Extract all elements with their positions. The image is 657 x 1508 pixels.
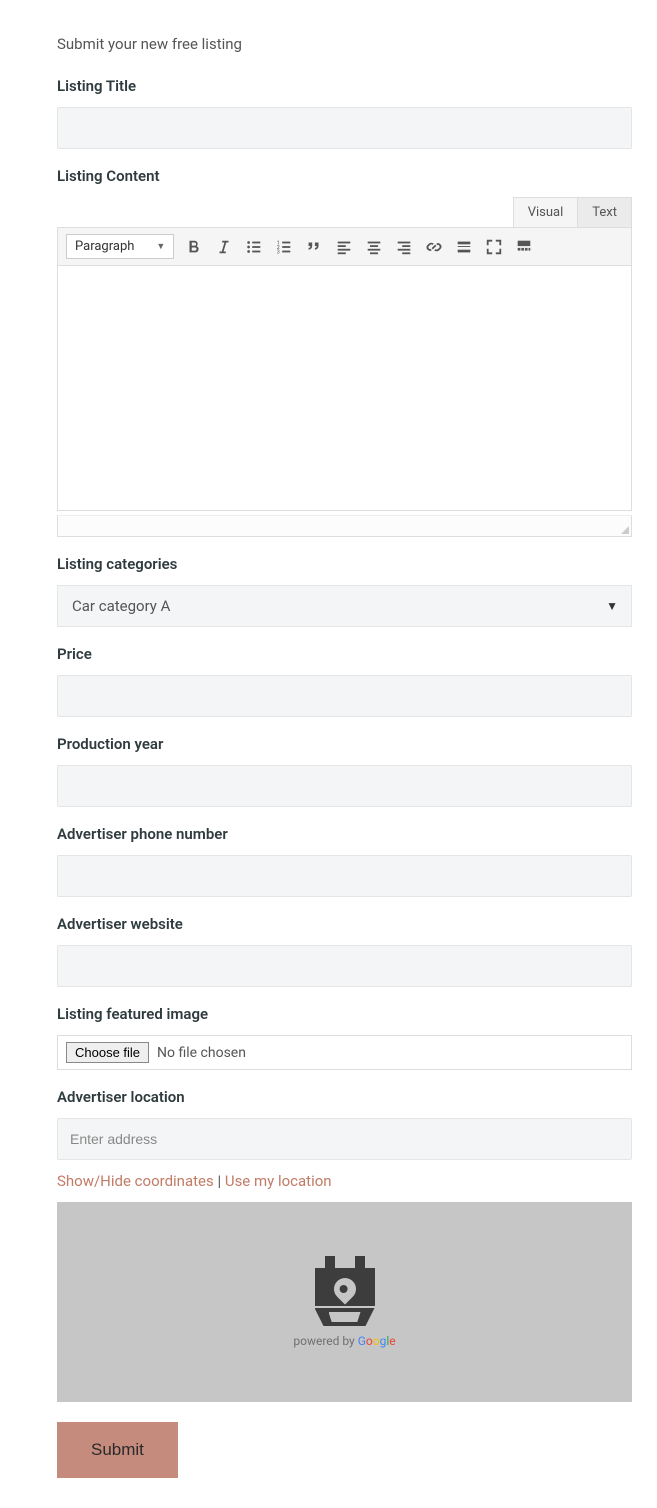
tab-visual[interactable]: Visual xyxy=(513,197,579,227)
use-my-location-link[interactable]: Use my location xyxy=(225,1172,332,1190)
content-textarea[interactable] xyxy=(57,266,632,511)
google-logo: Google xyxy=(358,1334,396,1348)
quote-icon[interactable] xyxy=(304,237,324,257)
location-input[interactable] xyxy=(57,1118,632,1160)
submit-button[interactable]: Submit xyxy=(57,1422,178,1478)
toggle-coordinates-link[interactable]: Show/Hide coordinates xyxy=(57,1172,214,1190)
location-label: Advertiser location xyxy=(57,1088,632,1106)
link-separator: | xyxy=(214,1172,225,1190)
content-label: Listing Content xyxy=(57,167,632,185)
price-label: Price xyxy=(57,645,632,663)
editor-toolbar: Paragraph ▼ 123 xyxy=(57,227,632,266)
format-select-label: Paragraph xyxy=(75,239,134,254)
map-pin-icon xyxy=(315,1256,375,1326)
number-list-icon[interactable]: 123 xyxy=(274,237,294,257)
align-left-icon[interactable] xyxy=(334,237,354,257)
align-center-icon[interactable] xyxy=(364,237,384,257)
phone-label: Advertiser phone number xyxy=(57,825,632,843)
page-heading: Submit your new free listing xyxy=(57,35,632,53)
file-status: No file chosen xyxy=(157,1045,246,1061)
fullscreen-icon[interactable] xyxy=(484,237,504,257)
chevron-down-icon: ▼ xyxy=(156,241,165,252)
categories-label: Listing categories xyxy=(57,555,632,573)
link-icon[interactable] xyxy=(424,237,444,257)
svg-text:3: 3 xyxy=(277,249,280,255)
read-more-icon[interactable] xyxy=(454,237,474,257)
categories-select[interactable]: Car category A xyxy=(57,585,632,627)
italic-icon[interactable] xyxy=(214,237,234,257)
file-input[interactable]: Choose file No file chosen xyxy=(57,1035,632,1070)
year-label: Production year xyxy=(57,735,632,753)
year-input[interactable] xyxy=(57,765,632,807)
image-label: Listing featured image xyxy=(57,1005,632,1023)
website-input[interactable] xyxy=(57,945,632,987)
categories-value: Car category A xyxy=(72,597,170,615)
title-label: Listing Title xyxy=(57,77,632,95)
choose-file-button[interactable]: Choose file xyxy=(66,1042,149,1063)
editor-resize-handle[interactable] xyxy=(57,515,632,537)
website-label: Advertiser website xyxy=(57,915,632,933)
content-editor: Visual Text Paragraph ▼ 123 xyxy=(57,197,632,537)
bullet-list-icon[interactable] xyxy=(244,237,264,257)
powered-by-text: powered by Google xyxy=(293,1334,395,1348)
map-placeholder: powered by Google xyxy=(57,1202,632,1402)
title-input[interactable] xyxy=(57,107,632,149)
align-right-icon[interactable] xyxy=(394,237,414,257)
format-select[interactable]: Paragraph ▼ xyxy=(66,234,174,259)
phone-input[interactable] xyxy=(57,855,632,897)
toolbar-toggle-icon[interactable] xyxy=(514,237,534,257)
price-input[interactable] xyxy=(57,675,632,717)
tab-text[interactable]: Text xyxy=(578,197,632,227)
bold-icon[interactable] xyxy=(184,237,204,257)
